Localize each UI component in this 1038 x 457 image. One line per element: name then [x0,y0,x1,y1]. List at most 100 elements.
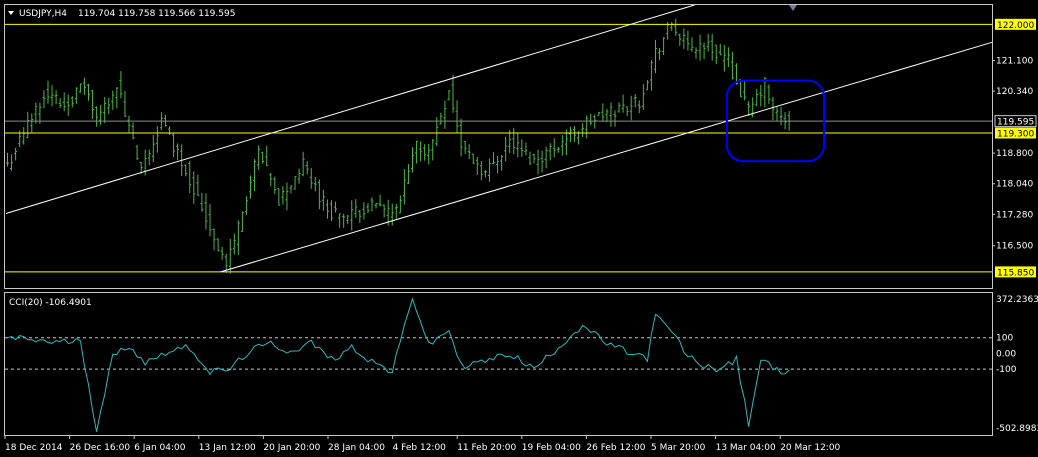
price-bar [58,97,62,109]
price-bar [127,115,131,133]
price-bar [459,118,463,157]
axes: 121.100 120.340 118.800 118.040 117.280 116.5… [4,18,1038,453]
price-bar [289,185,293,194]
price-bar [455,100,459,134]
price-bar [172,132,176,157]
y-tick-label: 118.040 [996,180,1033,190]
price-bar [512,127,516,155]
price-bar [257,145,261,170]
price-bar [451,74,455,113]
price-bar [42,90,46,109]
price-bar [747,101,751,117]
price-bar [26,111,30,139]
price-bar [281,185,285,205]
price-bar [402,169,406,205]
price-bar [321,189,325,211]
price-bar [524,142,528,156]
price-bar [605,108,609,123]
dropdown-arrow-icon[interactable] [8,11,14,15]
ohlc-values: 119.704 119.758 119.566 119.595 [78,9,235,19]
price-bar [678,33,682,47]
price-bar [540,150,544,173]
price-bar [755,88,759,107]
price-bar [633,94,637,108]
price-bar [74,87,78,104]
price-bar [249,175,252,199]
price-bar [467,144,471,160]
x-tick-label: 19 Feb 04:00 [522,443,581,453]
price-bar [22,127,26,145]
price-bar [398,195,402,214]
price-bar [119,71,123,99]
price-bar [431,138,435,161]
price-bar [423,144,427,161]
price-bar [350,200,354,231]
price-bar [188,160,192,194]
price-bar [273,176,277,195]
chart-shift-marker-icon[interactable] [789,5,797,11]
price-bar [463,141,467,154]
price-bar [317,179,321,210]
price-bar [155,126,159,153]
price-bar [358,209,362,224]
price-bar [443,100,447,129]
price-bar [220,246,224,260]
cci-tick-label: 372.2363 [996,295,1038,305]
price-bar [718,43,722,56]
price-bar [483,170,487,178]
price-bars [6,18,791,274]
price-bar [135,145,139,161]
y-tick-label: 121.100 [996,57,1033,67]
price-bar [670,21,674,31]
price-bar [548,143,552,161]
price-bar [269,172,273,187]
price-bar [338,213,342,228]
price-bar [103,97,107,124]
price-bar [581,123,585,138]
price-bar [297,168,301,184]
price-bar [771,96,775,121]
cci-tick-label: 0.00 [996,349,1016,359]
price-bar [617,102,621,113]
price-bar [46,80,50,104]
price-bar [694,47,698,59]
price-bar [301,151,305,177]
current-price-label: 119.595 [997,118,1034,128]
price-bar [293,176,297,190]
price-bar [706,33,710,52]
cci-tick-label: -100 [996,365,1017,375]
price-bar [370,197,374,212]
price-bar [496,155,500,174]
price-bar [115,87,119,109]
price-bar [192,171,196,205]
price-bar [637,100,641,114]
price-bar [107,97,111,115]
price-bar [629,95,633,121]
x-tick-label: 28 Jan 04:00 [328,443,385,453]
price-bar [714,44,718,65]
price-bar [722,44,726,72]
cci-indicator-label: CCI(20) -106.4901 [9,298,92,308]
level-price-label: 122.000 [997,21,1034,31]
price-bar [253,159,257,192]
price-bar [204,193,208,230]
cci-line [7,297,790,432]
x-tick-label: 26 Feb 12:00 [586,443,645,453]
price-bar [244,196,248,215]
y-tick-label: 118.800 [996,149,1033,159]
price-bar [767,84,771,104]
price-bar [305,161,309,175]
price-bar [544,146,548,169]
price-bar [419,141,423,162]
price-bar [641,84,645,110]
price-bar [552,138,556,158]
price-bar [325,199,329,219]
price-bar [147,149,151,166]
cci-tick-label: -502.8983 [996,424,1038,434]
price-bar [236,220,240,256]
level-price-label: 115.850 [997,268,1034,278]
price-bar [411,147,414,173]
price-bar [779,106,783,126]
price-bar [471,153,475,164]
x-tick-label: 4 Feb 12:00 [393,443,447,453]
